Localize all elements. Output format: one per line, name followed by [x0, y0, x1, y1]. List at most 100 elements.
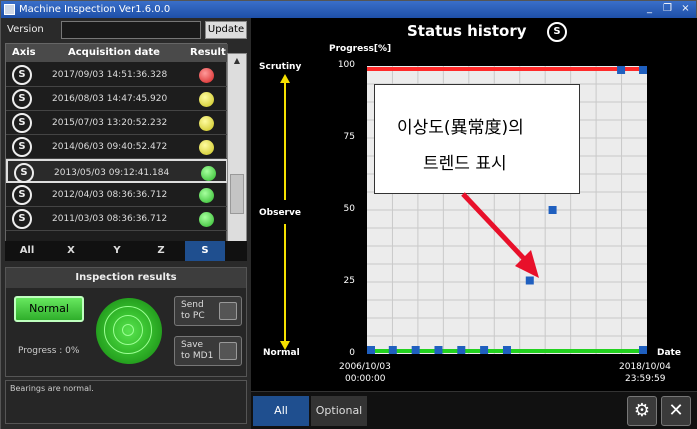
acquisition-date: 2015/07/03 13:20:52.232 [52, 118, 168, 128]
header-result: Result [190, 47, 226, 58]
result-led-icon [199, 92, 214, 107]
data-point [639, 346, 647, 354]
y-tick-label: 50 [343, 204, 355, 214]
tab-axis-s[interactable]: S [185, 241, 225, 261]
callout-line-2: 트렌드 표시 [423, 154, 507, 174]
axis-s-icon: S [12, 113, 32, 133]
progress-text: Progress : 0% [18, 346, 80, 356]
left-panel: Version Update Axis Acquisition date Res… [1, 18, 251, 429]
callout-line-1: 이상도(異常度)의 [397, 118, 524, 138]
status-badge: Normal [14, 296, 84, 322]
y-axis-label: Progress[%] [329, 44, 392, 54]
bottom-toolbar: All Optional ⚙ ✕ [251, 391, 697, 429]
version-field[interactable] [61, 21, 201, 39]
table-row[interactable]: S 2016/08/03 14:47:45.920 [6, 87, 228, 111]
y-tick-label: 0 [349, 348, 355, 358]
data-point [617, 66, 626, 74]
acquisition-date: 2014/06/03 09:40:52.472 [52, 142, 168, 152]
y-tick-label: 25 [343, 276, 355, 286]
tab-axis-x[interactable]: X [51, 241, 91, 261]
scrutiny-label: Scrutiny [259, 62, 302, 72]
title-bar: Machine Inspection Ver1.6.0.0 _ ❐ × [1, 1, 696, 18]
table-row[interactable]: S 2012/04/03 08:36:36.712 [6, 183, 228, 207]
trend-callout: 이상도(異常度)의 트렌드 표시 [374, 84, 580, 194]
x-end-date: 2018/10/04 [619, 362, 671, 372]
data-point [502, 346, 511, 354]
x-start-time: 00:00:00 [345, 374, 386, 384]
y-tick-label: 100 [337, 60, 355, 70]
send-to-pc-button[interactable]: Send to PC [174, 296, 242, 326]
send-label-2: to PC [181, 311, 205, 321]
inspection-title: Inspection results [6, 268, 246, 288]
header-axis: Axis [12, 47, 36, 58]
version-row: Version Update [1, 18, 251, 42]
axis-s-icon: S [14, 163, 34, 183]
axis-s-icon: S [12, 65, 32, 85]
table-row[interactable]: S 2015/07/03 13:20:52.232 [6, 111, 228, 135]
x-start-date: 2006/10/03 [339, 362, 391, 372]
axis-s-icon: S [12, 137, 32, 157]
acquisition-date: 2017/09/03 14:51:36.328 [52, 70, 168, 80]
minimize-button[interactable]: _ [641, 1, 658, 17]
data-point [388, 346, 397, 354]
save-label-1: Save [181, 340, 204, 350]
inspection-results-panel: Inspection results Normal Progress : 0% … [5, 267, 247, 377]
scroll-thumb[interactable] [230, 174, 244, 214]
tab-axis-z[interactable]: Z [141, 241, 181, 261]
table-row[interactable]: S 2014/06/03 09:40:52.472 [6, 135, 228, 159]
y-tick-label: 75 [343, 132, 355, 142]
radar-indicator-icon [96, 298, 162, 364]
scroll-up-arrow-icon[interactable]: ▲ [228, 54, 246, 68]
restore-button[interactable]: ❐ [659, 1, 676, 17]
window-title: Machine Inspection Ver1.6.0.0 [19, 4, 171, 15]
close-icon[interactable]: ✕ [661, 396, 691, 426]
data-point [434, 346, 443, 354]
update-button[interactable]: Update [205, 21, 247, 39]
result-led-icon [199, 212, 214, 227]
result-led-icon [199, 68, 214, 83]
acquisition-date: 2013/05/03 09:12:41.184 [54, 168, 170, 178]
acquisition-date: 2012/04/03 08:36:36.712 [52, 190, 168, 200]
result-led-icon [199, 116, 214, 131]
data-point [367, 346, 375, 354]
save-label-2: to MD1 [181, 351, 214, 361]
status-scale-arrow-icon [280, 74, 290, 350]
refresh-s-icon: S [547, 22, 567, 42]
axis-tabs: All X Y Z S [5, 241, 247, 261]
callout-arrow-icon [461, 192, 539, 278]
axis-s-icon: S [12, 89, 32, 109]
send-label-1: Send [181, 300, 204, 310]
tab-axis-y[interactable]: Y [97, 241, 137, 261]
acquisition-date: 2011/03/03 08:36:36.712 [52, 214, 168, 224]
version-label: Version [7, 24, 44, 35]
history-table: Axis Acquisition date Result S 2017/09/03… [5, 43, 228, 259]
result-led-icon [201, 166, 216, 181]
table-row[interactable]: S 2011/03/03 08:36:36.712 [6, 207, 228, 231]
tab-axis-all[interactable]: All [7, 241, 47, 261]
mode-optional-button[interactable]: Optional [311, 396, 367, 426]
acquisition-date: 2016/08/03 14:47:45.920 [52, 94, 168, 104]
axis-s-icon: S [12, 209, 32, 229]
result-led-icon [199, 140, 214, 155]
save-to-md1-button[interactable]: Save to MD1 [174, 336, 242, 366]
table-row[interactable]: S 2013/05/03 09:12:41.184 [6, 159, 228, 183]
header-acquisition-date: Acquisition date [68, 47, 160, 58]
message-box: Bearings are normal. [5, 380, 247, 424]
storage-device-icon [219, 342, 237, 360]
history-scrollbar[interactable]: ▲ ▼ [227, 53, 247, 259]
data-point [480, 346, 489, 354]
app-window: Machine Inspection Ver1.6.0.0 _ ❐ × Vers… [0, 0, 697, 429]
x-axis-label: Date [657, 348, 681, 358]
data-point [411, 346, 420, 354]
table-row[interactable]: S 2017/09/03 14:51:36.328 [6, 63, 228, 87]
axis-s-icon: S [12, 185, 32, 205]
close-window-button[interactable]: × [677, 1, 694, 17]
data-point [457, 346, 466, 354]
app-icon [4, 4, 15, 15]
settings-gear-icon[interactable]: ⚙ [627, 396, 657, 426]
history-header: Axis Acquisition date Result [6, 44, 228, 62]
right-panel: Status history S Progress[%] Scrutiny Ob… [251, 18, 697, 429]
mode-all-button[interactable]: All [253, 396, 309, 426]
result-led-icon [199, 188, 214, 203]
x-end-time: 23:59:59 [625, 374, 666, 384]
